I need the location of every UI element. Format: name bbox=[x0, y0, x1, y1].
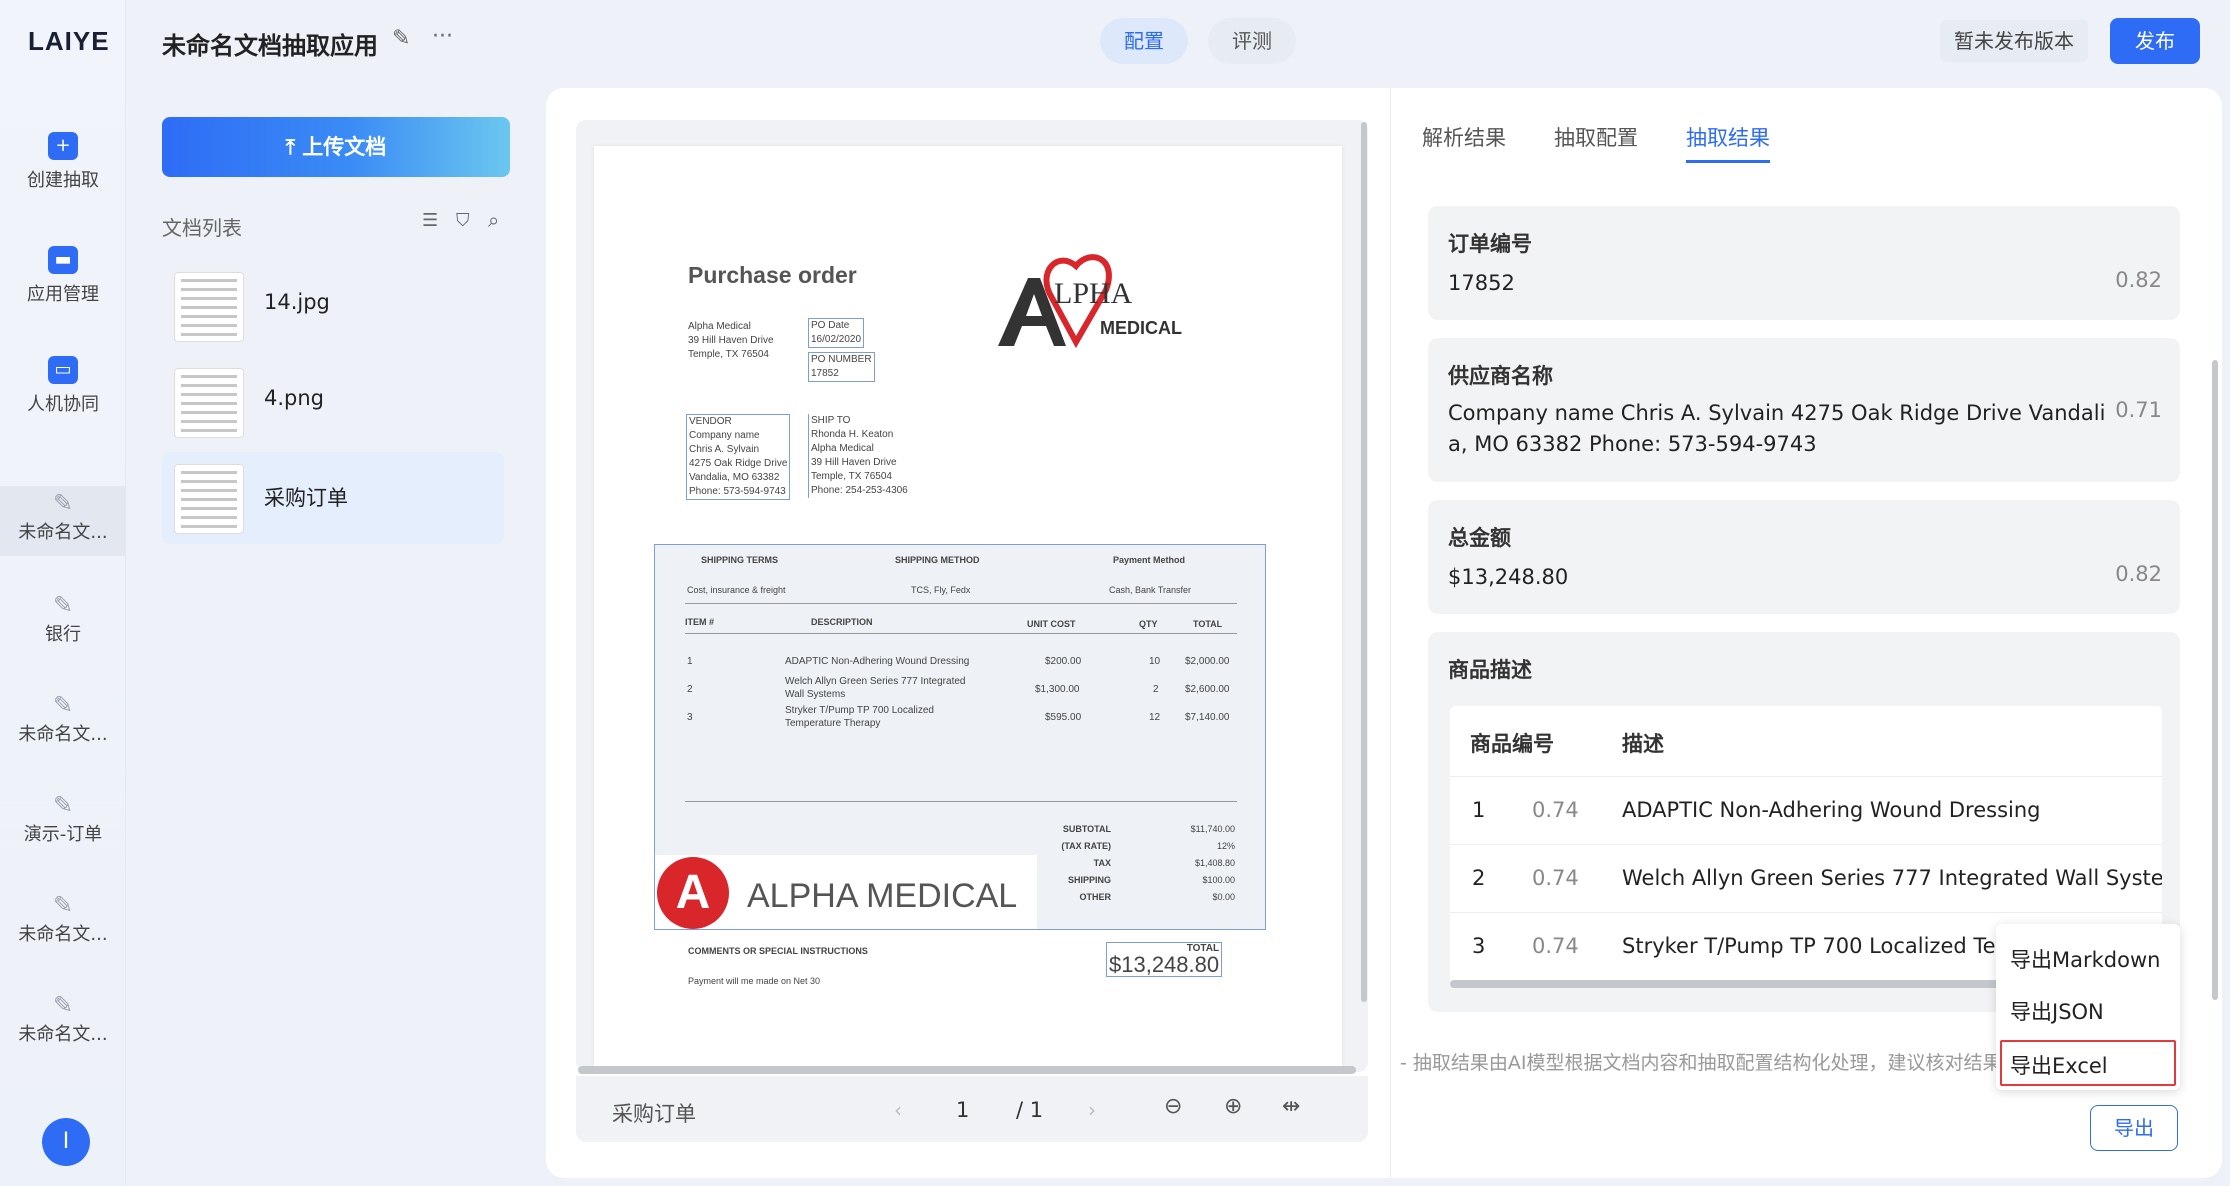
table-row[interactable]: 2 0.74 Welch Allyn Green Series 777 Inte… bbox=[1450, 844, 2162, 912]
user-avatar[interactable]: I bbox=[42, 1118, 90, 1166]
nav-human-collab[interactable]: ▭ 人机协同 bbox=[0, 356, 126, 416]
confidence-score: 0.82 bbox=[2115, 268, 2162, 292]
version-select[interactable]: 暂未发布版本 bbox=[1940, 20, 2088, 62]
alpha-medical-logo: LPHA MEDICAL bbox=[992, 242, 1182, 352]
confidence-score: 0.82 bbox=[2115, 562, 2162, 586]
app-title: 未命名文档抽取应用 bbox=[162, 32, 378, 60]
fit-width-icon[interactable]: ⇹ bbox=[1282, 1094, 1300, 1119]
plus-icon: + bbox=[48, 132, 78, 160]
tab-extract-config[interactable]: 抽取配置 bbox=[1554, 122, 1638, 152]
field-title: 商品描述 bbox=[1448, 658, 1532, 682]
prev-page-icon[interactable]: ‹ bbox=[894, 1098, 902, 1122]
field-value[interactable]: Company name Chris A. Sylvain 4275 Oak R… bbox=[1448, 398, 2112, 460]
sort-list-icon[interactable]: ☰ bbox=[422, 210, 438, 231]
doc-edit-icon: ✎ bbox=[52, 591, 74, 619]
export-button[interactable]: 导出 bbox=[2090, 1105, 2178, 1151]
nav-app-6[interactable]: ✎ 未命名文... bbox=[0, 992, 126, 1046]
field-card-supplier-name: 供应商名称 Company name Chris A. Sylvain 4275… bbox=[1428, 338, 2180, 482]
field-title: 订单编号 bbox=[1448, 232, 1532, 256]
right-panel-scrollbar[interactable] bbox=[2212, 360, 2218, 1000]
doc-ship-to: SHIP TO Rhonda H. Keaton Alpha Medical 39 H… bbox=[808, 414, 910, 498]
folder-icon: ▬ bbox=[48, 246, 78, 274]
doc-item-4png[interactable]: 4.png bbox=[162, 356, 504, 448]
field-card-total-amount: 总金额 $13,248.80 0.82 bbox=[1428, 500, 2180, 614]
nav-app-3[interactable]: ✎ 未命名文... bbox=[0, 692, 126, 746]
tab-config[interactable]: 配置 bbox=[1100, 18, 1188, 64]
doc-payment-note: Payment will me made on Net 30 bbox=[688, 976, 821, 986]
field-value[interactable]: 17852 bbox=[1448, 268, 1515, 299]
table-header-desc: 描述 bbox=[1622, 732, 1664, 756]
page-total: / 1 bbox=[1016, 1098, 1044, 1122]
doc-item-14jpg[interactable]: 14.jpg bbox=[162, 260, 504, 352]
document-page: Purchase order Alpha Medical 39 Hill Have… bbox=[594, 146, 1342, 1066]
doc-edit-icon: ✎ bbox=[52, 691, 74, 719]
extraction-disclaimer: - 抽取结果由AI模型根据文档内容和抽取配置结构化处理，建议核对结果信息 - bbox=[1400, 1052, 2053, 1074]
table-header-id: 商品编号 bbox=[1470, 732, 1554, 756]
more-options-icon[interactable]: ··· bbox=[432, 24, 453, 49]
export-json-item[interactable]: 导出JSON bbox=[2010, 996, 2104, 1026]
viewer-doc-name: 采购订单 bbox=[612, 1102, 696, 1126]
zoom-in-icon[interactable]: ⊕ bbox=[1224, 1094, 1242, 1119]
doc-title: Purchase order bbox=[688, 262, 857, 288]
nav-app-1[interactable]: ✎ 未命名文... bbox=[0, 486, 126, 556]
doc-thumbnail bbox=[174, 464, 244, 534]
field-title: 总金额 bbox=[1448, 526, 1511, 550]
monitor-icon: ▭ bbox=[48, 356, 78, 384]
active-tab-indicator bbox=[1686, 160, 1770, 163]
tab-evaluate[interactable]: 评测 bbox=[1208, 18, 1296, 64]
doc-list-title: 文档列表 bbox=[162, 216, 242, 240]
field-title: 供应商名称 bbox=[1448, 364, 1553, 388]
nav-app-management[interactable]: ▬ 应用管理 bbox=[0, 246, 126, 306]
nav-app-demo-order[interactable]: ✎ 演示-订单 bbox=[0, 792, 126, 846]
doc-summary-labels: SUBTOTAL (TAX RATE) TAX SHIPPING OTHER bbox=[1061, 824, 1111, 902]
field-card-order-number: 订单编号 17852 0.82 bbox=[1428, 206, 2180, 320]
search-icon[interactable]: ⌕ bbox=[488, 208, 499, 232]
doc-edit-icon: ✎ bbox=[52, 791, 74, 819]
doc-thumbnail bbox=[174, 368, 244, 438]
export-markdown-item[interactable]: 导出Markdown bbox=[2010, 944, 2160, 974]
table-horizontal-scrollbar[interactable] bbox=[1450, 980, 2040, 988]
nav-create-extract[interactable]: + 创建抽取 bbox=[0, 132, 126, 192]
upload-icon: ⤒ bbox=[285, 135, 303, 159]
doc-total: TOTAL $13,248.80 bbox=[1106, 942, 1223, 977]
publish-button[interactable]: 发布 bbox=[2110, 18, 2200, 64]
edit-title-icon[interactable]: ✎ bbox=[392, 26, 410, 51]
doc-edit-icon: ✎ bbox=[52, 489, 74, 517]
brand-logo: LAIYE bbox=[28, 26, 110, 56]
viewer-toolbar: 采购订单 ‹ 1 / 1 › ⊖ ⊕ ⇹ bbox=[576, 1076, 1368, 1142]
doc-edit-icon: ✎ bbox=[52, 891, 74, 919]
table-row[interactable]: 1 0.74 ADAPTIC Non-Adhering Wound Dressi… bbox=[1450, 776, 2162, 844]
field-value[interactable]: $13,248.80 bbox=[1448, 562, 1568, 593]
upload-document-button[interactable]: ⤒ 上传文档 bbox=[162, 117, 510, 177]
doc-vendor: VENDOR Company name Chris A. Sylvain 4275 O… bbox=[686, 414, 791, 500]
confidence-score: 0.71 bbox=[2115, 398, 2162, 422]
page-input[interactable]: 1 bbox=[956, 1098, 969, 1122]
tab-extract-result[interactable]: 抽取结果 bbox=[1686, 122, 1770, 152]
tab-parse-result[interactable]: 解析结果 bbox=[1422, 122, 1506, 152]
doc-thumbnail bbox=[174, 272, 244, 342]
doc-edit-icon: ✎ bbox=[52, 991, 74, 1019]
doc-items-region: SHIPPING TERMS SHIPPING METHOD Payment M… bbox=[654, 544, 1266, 930]
next-page-icon[interactable]: › bbox=[1088, 1098, 1096, 1122]
doc-item-purchase-order[interactable]: 采购订单 bbox=[162, 452, 504, 544]
viewer-vertical-scrollbar[interactable] bbox=[1361, 122, 1367, 1002]
filter-icon[interactable]: ⛉ bbox=[456, 210, 470, 231]
zoom-out-icon[interactable]: ⊖ bbox=[1164, 1094, 1182, 1119]
alpha-medical-banner-logo: A ALPHA MEDICAL bbox=[655, 855, 1037, 929]
doc-buyer: Alpha Medical 39 Hill Haven Drive Temple, … bbox=[688, 321, 774, 360]
nav-app-bank[interactable]: ✎ 银行 bbox=[0, 592, 126, 646]
doc-comments-label: COMMENTS OR SPECIAL INSTRUCTIONS bbox=[688, 946, 868, 956]
panel-divider bbox=[1390, 88, 1391, 1178]
doc-po-date: PO Date 16/02/2020 bbox=[808, 318, 865, 348]
doc-po-number: PO NUMBER 17852 bbox=[808, 352, 875, 382]
export-excel-highlight bbox=[2000, 1040, 2176, 1086]
doc-summary-values: $11,740.00 12% $1,408.80 $100.00 $0.00 bbox=[1190, 824, 1235, 902]
viewer-horizontal-scrollbar[interactable] bbox=[578, 1066, 1356, 1074]
nav-app-5[interactable]: ✎ 未命名文... bbox=[0, 892, 126, 946]
